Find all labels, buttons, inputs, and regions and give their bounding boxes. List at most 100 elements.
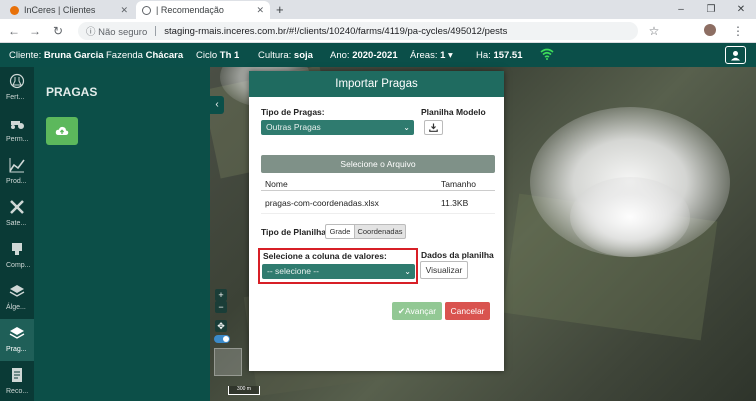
chevron-down-icon: ▾ [448, 50, 453, 61]
forward-arrow-icon[interactable]: → [27, 23, 43, 39]
maximize-icon[interactable]: ❐ [696, 0, 726, 19]
upload-button[interactable] [46, 117, 78, 145]
insecure-label: Não seguro [98, 27, 148, 38]
browser-tab-strip: InCeres | Clientes ✕ | Recomendação ✕ + … [0, 0, 756, 19]
ano-info[interactable]: Ano: 2020-2021 [330, 50, 398, 61]
reload-icon[interactable]: ↻ [50, 23, 66, 39]
left-nav: Fert... Perm... Prod... Sate... Comp... … [0, 67, 34, 401]
nav-label: Comp... [6, 262, 31, 269]
back-arrow-icon[interactable]: ← [6, 23, 22, 39]
download-template-button[interactable] [424, 120, 443, 135]
areas-label: Áreas: [410, 50, 438, 61]
file-size-cell: 11.3KB [441, 198, 469, 208]
satellite-icon [10, 200, 24, 214]
browser-tab-recomendacao[interactable]: | Recomendação ✕ [136, 1, 270, 19]
star-icon[interactable]: ☆ [646, 23, 662, 39]
zoom-in-button[interactable]: + [215, 289, 227, 301]
cancelar-button[interactable]: Cancelar [445, 302, 490, 320]
nav-label: Reco... [6, 388, 29, 395]
ciclo-value: Th 1 [219, 50, 240, 61]
nav-item-satelite[interactable]: Sate... [0, 193, 34, 235]
areas-value: 1 [440, 50, 446, 61]
layer-toggle-switch[interactable] [214, 335, 230, 343]
minimize-icon[interactable]: – [666, 0, 696, 19]
file-name-cell: pragas-com-coordenadas.xlsx [265, 198, 379, 208]
pragas-panel: PRAGAS [34, 67, 210, 401]
tipo-planilha-label: Tipo de Planilha: [261, 227, 329, 237]
wifi-icon [540, 48, 554, 60]
layers-icon [9, 327, 25, 339]
tipo-pragas-select[interactable]: Outras Pragas ⌄ [261, 120, 414, 135]
nav-label: Fert... [6, 94, 25, 101]
planilha-modelo-label: Planilha Modelo [421, 107, 486, 117]
move-arrows-icon[interactable]: ✥ [215, 320, 227, 332]
fazenda-value: Chácara [145, 50, 184, 61]
chevron-down-icon: ⌄ [404, 267, 411, 276]
ha-value: 157.51 [493, 50, 523, 61]
minimap[interactable] [214, 348, 242, 376]
cultura-info[interactable]: Cultura: soja [258, 50, 313, 61]
grade-toggle[interactable]: Grade [325, 224, 355, 239]
nav-label: Sate... [6, 220, 27, 227]
ha-info: Ha: 157.51 [476, 50, 523, 61]
fazenda-info[interactable]: Fazenda Chácara [106, 50, 183, 61]
line-chart-icon [9, 158, 25, 173]
user-icon [731, 50, 740, 60]
globe-icon [142, 5, 151, 15]
browser-toolbar: ← → ↻ ⓘ Não seguro staging-rmais.inceres… [0, 19, 756, 43]
collapse-panel-button[interactable]: ‹ [210, 96, 224, 114]
divider [261, 213, 495, 214]
nav-item-fertilidade[interactable]: Fert... [0, 67, 34, 109]
nav-item-permanente[interactable]: Perm... [0, 109, 34, 151]
flask-icon [9, 73, 25, 89]
browser-tab-clientes[interactable]: InCeres | Clientes ✕ [4, 1, 134, 19]
compaction-icon [12, 243, 22, 255]
coordenadas-toggle[interactable]: Coordenadas [354, 224, 406, 239]
ha-label: Ha: [476, 50, 491, 61]
close-tab-icon[interactable]: ✕ [120, 5, 128, 16]
url-text: staging-rmais.inceres.com.br/#!/clients/… [164, 25, 508, 37]
insecure-warning-icon[interactable]: ⓘ Não seguro [86, 24, 147, 38]
nav-item-producao[interactable]: Prod... [0, 151, 34, 193]
nav-item-compactacao[interactable]: Comp... [0, 235, 34, 277]
cloud-upload-icon [55, 126, 69, 135]
tipo-pragas-label: Tipo de Pragas: [261, 107, 325, 117]
tractor-icon [11, 121, 24, 129]
col-tamanho-header: Tamanho [441, 179, 476, 189]
ano-label: Ano: [330, 50, 350, 61]
tab-label: InCeres | Clientes [24, 5, 96, 15]
visualizar-button[interactable]: Visualizar [420, 261, 468, 279]
new-tab-button[interactable]: + [276, 2, 284, 17]
address-bar[interactable]: ⓘ Não seguro staging-rmais.inceres.com.b… [78, 22, 638, 40]
areas-info[interactable]: Áreas: 1 ▾ [410, 50, 453, 61]
nav-item-recomendacao[interactable]: Reco... [0, 361, 34, 403]
divider [261, 190, 495, 191]
ano-value: 2020-2021 [352, 50, 398, 61]
cultura-label: Cultura: [258, 50, 292, 61]
menu-kebab-icon[interactable]: ⋮ [730, 23, 746, 39]
user-button[interactable] [725, 46, 746, 64]
zoom-out-button[interactable]: − [215, 301, 227, 313]
coluna-valores-select[interactable]: -- selecione -- ⌄ [262, 264, 415, 279]
cliente-info[interactable]: Cliente: Bruna Garcia [9, 50, 104, 61]
map-cloud [570, 177, 690, 257]
avancar-button[interactable]: ✔Avançar [392, 302, 442, 320]
close-tab-icon[interactable]: ✕ [256, 5, 264, 16]
nav-item-algebra[interactable]: Álge... [0, 277, 34, 319]
cliente-value: Bruna Garcia [43, 50, 104, 61]
modal-title: Importar Pragas [249, 71, 504, 97]
document-icon [12, 368, 22, 382]
profile-avatar[interactable] [704, 24, 716, 36]
chevron-down-icon: ⌄ [403, 123, 410, 132]
nav-label: Prag... [6, 346, 27, 353]
select-file-button[interactable]: Selecione o Arquivo [261, 155, 495, 173]
nav-item-pragas[interactable]: Prag... [0, 319, 34, 361]
nav-label: Perm... [6, 136, 29, 143]
nav-label: Álge... [6, 304, 26, 311]
fazenda-label: Fazenda [106, 50, 143, 61]
toggle-knob [223, 336, 229, 342]
select-value: -- selecione -- [267, 266, 319, 276]
nav-label: Prod... [6, 178, 27, 185]
close-window-icon[interactable]: ✕ [726, 0, 756, 19]
ciclo-info[interactable]: Ciclo Th 1 [196, 50, 239, 61]
